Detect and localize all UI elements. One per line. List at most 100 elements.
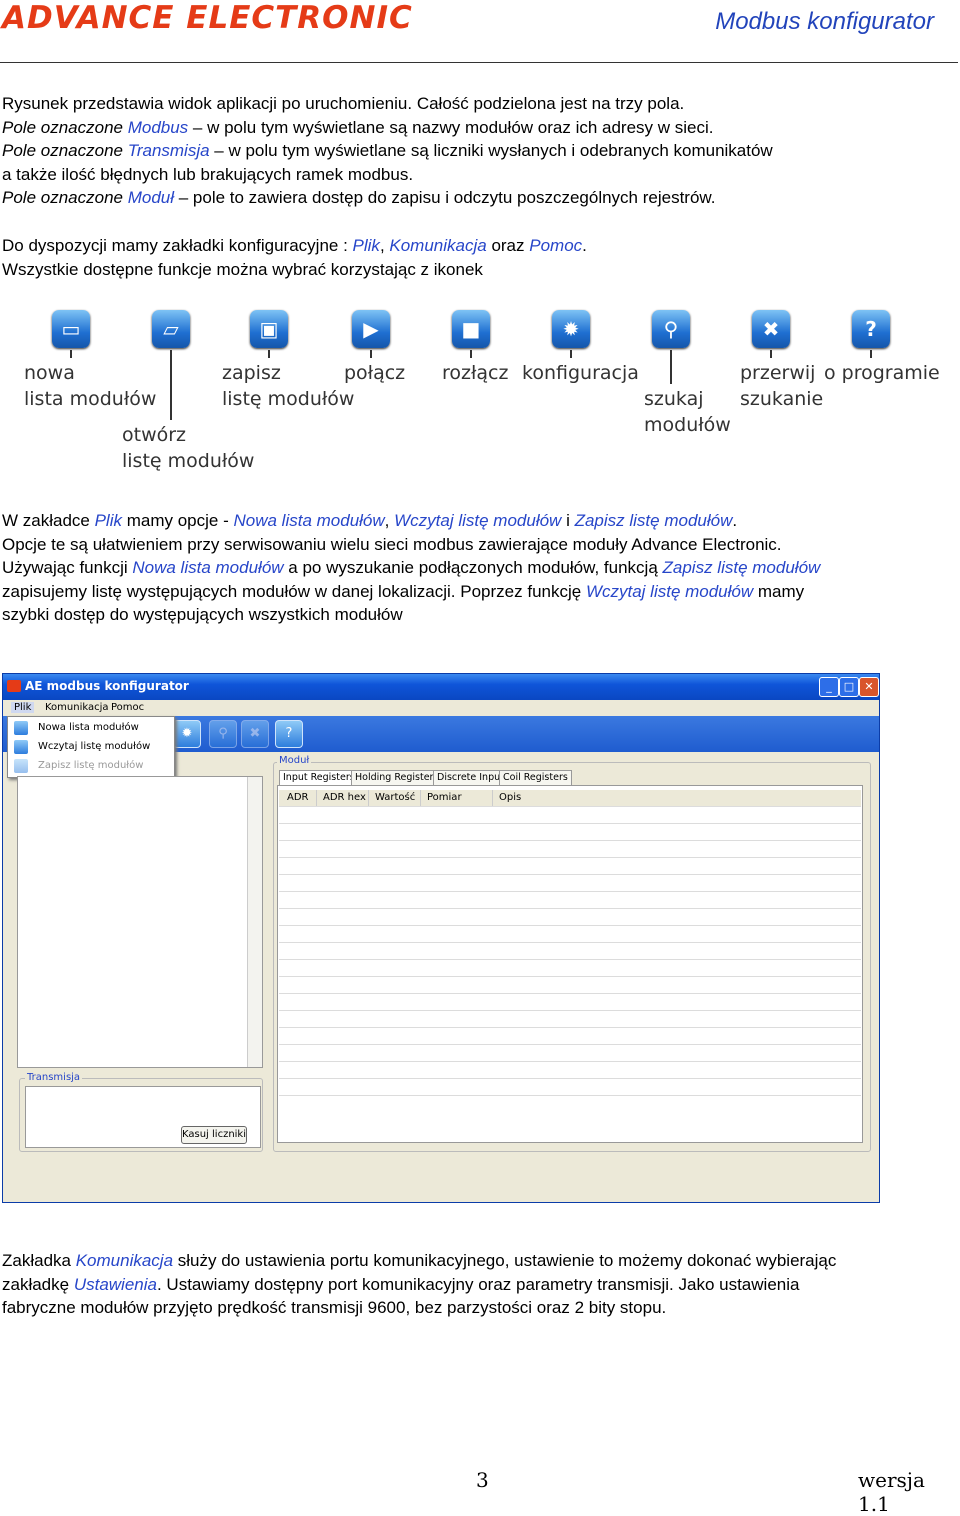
menu-item-new-list[interactable]: Nowa lista modułów [38, 722, 139, 733]
about-icon[interactable]: ? [275, 720, 303, 748]
text-segment: Rysunek przedstawia widok aplikacji po u… [2, 94, 685, 113]
icon-label: konfiguracja [522, 360, 639, 386]
text-segment: zapisujemy listę występujących modułów w… [2, 581, 586, 601]
icon-label-line: nowa [24, 362, 75, 384]
text-line: Opcje te są ułatwieniem przy serwisowani… [2, 533, 820, 557]
column-pomiar[interactable]: Pomiar [423, 790, 493, 806]
icon-label-line: o programie [824, 362, 940, 384]
text-segment: Pole oznaczone [2, 188, 128, 207]
icon-label: rozłącz [442, 360, 508, 386]
highlighted-term: Zapisz listę modułów [574, 511, 733, 530]
text-line: Pole oznaczone Modbus – w polu tym wyświ… [2, 116, 773, 140]
column-opis[interactable]: Opis [495, 790, 861, 806]
maximize-button[interactable]: □ [839, 677, 859, 697]
module-label: Moduł [277, 755, 312, 766]
text-segment: Zakładka [2, 1251, 76, 1270]
modbus-list-scrollbar[interactable] [247, 777, 262, 1067]
intro-paragraph: Rysunek przedstawia widok aplikacji po u… [2, 92, 773, 210]
brand-logo: ADVANCE ELECTRONIC [2, 0, 413, 36]
plik-dropdown: Nowa lista modułów Wczytaj listę modułów… [7, 716, 175, 778]
icon-label-line: zapisz [222, 362, 281, 384]
close-button[interactable]: ✕ [859, 677, 879, 697]
icon-glyph: ▣ [259, 317, 279, 341]
column-wartosc[interactable]: Wartość [371, 790, 421, 806]
menu-item-save-list[interactable]: Zapisz listę modułów [38, 760, 143, 771]
text-line: Wszystkie dostępne funkcje można wybrać … [2, 258, 587, 282]
text-line: szybki dostęp do występujących wszystkic… [2, 603, 820, 627]
menu-item-open-list[interactable]: Wczytaj listę modułów [38, 741, 150, 752]
text-segment: . Ustawiamy dostępny port komunikacyjny … [156, 1274, 800, 1294]
icon-label-line: połącz [344, 362, 406, 384]
icon-label-line: modułów [644, 414, 731, 436]
menu-komunikacja[interactable]: Komunikacja [45, 702, 109, 713]
text-segment: Do dyspozycji mamy zakładki konfiguracyj… [2, 236, 353, 255]
app-logo-icon [7, 680, 21, 692]
highlighted-term: Nowa lista modułów [233, 511, 385, 530]
tab-coil-registers[interactable]: Coil Registers [499, 770, 572, 786]
icon-connector-line [70, 350, 72, 358]
icon-connector-line [870, 350, 872, 358]
open-list-icon [14, 740, 28, 754]
highlighted-term: Modbus [127, 117, 189, 137]
tab-input-registers[interactable]: Input Registers [279, 770, 359, 786]
column-adr[interactable]: ADR [283, 790, 317, 806]
new-list-icon: ▭ [52, 310, 90, 348]
tab-discrete-input[interactable]: Discrete Input [433, 770, 508, 786]
stop-search-icon[interactable]: ✖ [241, 720, 269, 748]
icon-connector-line [268, 350, 270, 358]
text-segment: oraz [486, 236, 530, 255]
search-icon[interactable]: ⚲ [209, 720, 237, 748]
icon-glyph: ▶ [363, 317, 379, 341]
text-segment: fabryczne modułów przyjęto prędkość tran… [2, 1298, 667, 1317]
text-line: zapisujemy listę występujących modułów w… [2, 580, 820, 604]
text-segment: – pole to zawiera dostęp do zapisu i odc… [174, 188, 716, 207]
icon-label-line: szukanie [740, 388, 824, 410]
icon-connector-line [170, 350, 172, 420]
icon-glyph: ▱ [163, 317, 179, 341]
text-segment: . [582, 236, 587, 255]
icon-label: połącz [344, 360, 405, 386]
column-adr-hex[interactable]: ADR hex [319, 790, 369, 806]
text-segment: mamy opcje - [122, 511, 234, 530]
text-line: Rysunek przedstawia widok aplikacji po u… [2, 92, 773, 116]
tab-holding-registers[interactable]: Holding Registers [351, 770, 443, 786]
reset-counters-button[interactable]: Kasuj liczniki [181, 1126, 247, 1144]
text-line: Używając funkcji Nowa lista modułów a po… [2, 556, 820, 580]
highlighted-term: Transmisja [127, 141, 210, 160]
text-segment: szybki dostęp do występujących wszystkic… [2, 605, 403, 624]
highlighted-term: Nowa lista modułów [132, 558, 284, 577]
text-line: Pole oznaczone Transmisja – w polu tym w… [2, 139, 773, 163]
text-line: a także ilość błędnych lub brakujących r… [2, 163, 773, 187]
komunikacja-paragraph: Zakładka Komunikacja służy do ustawienia… [2, 1249, 836, 1320]
stop-search-icon: ✖ [752, 310, 790, 348]
menu-plik[interactable]: Plik [11, 702, 35, 713]
icon-label-line: rozłącz [442, 362, 509, 384]
tabs-paragraph: Do dyspozycji mamy zakładki konfiguracyj… [2, 234, 587, 281]
text-segment: W zakładce [2, 511, 95, 530]
icon-label-line: przerwij [740, 362, 816, 384]
open-list-icon: ▱ [152, 310, 190, 348]
icon-label-line: listę modułów [122, 450, 255, 472]
icon-connector-line [470, 350, 472, 358]
menu-pomoc[interactable]: Pomoc [111, 702, 144, 713]
icon-glyph: ✹ [562, 317, 580, 341]
window-titlebar: AE modbus konfigurator _ □ ✕ [3, 674, 879, 700]
text-segment: a także ilość błędnych lub brakujących r… [2, 164, 414, 184]
text-segment: zakładkę [2, 1274, 74, 1294]
modbus-list[interactable] [17, 776, 263, 1068]
text-segment: – w polu tym wyświetlane są liczniki wys… [209, 141, 773, 160]
minimize-button[interactable]: _ [819, 677, 839, 697]
icon-label: nowa lista modułów [24, 360, 156, 412]
text-segment: Używając funkcji [2, 558, 133, 577]
text-line: zakładkę Ustawienia. Ustawiamy dostępny … [2, 1273, 836, 1297]
text-line: Zakładka Komunikacja służy do ustawienia… [2, 1249, 836, 1273]
config-icon[interactable]: ✹ [173, 720, 201, 748]
text-segment: Opcje te są ułatwieniem przy serwisowani… [2, 534, 782, 554]
text-segment: a po wyszukanie podłączonych modułów, fu… [283, 558, 663, 577]
save-list-icon [14, 759, 28, 773]
register-table-rows [279, 806, 861, 1112]
config-icon: ✹ [552, 310, 590, 348]
icon-connector-line [570, 350, 572, 358]
icon-glyph: ▭ [61, 317, 81, 341]
about-icon: ? [852, 310, 890, 348]
